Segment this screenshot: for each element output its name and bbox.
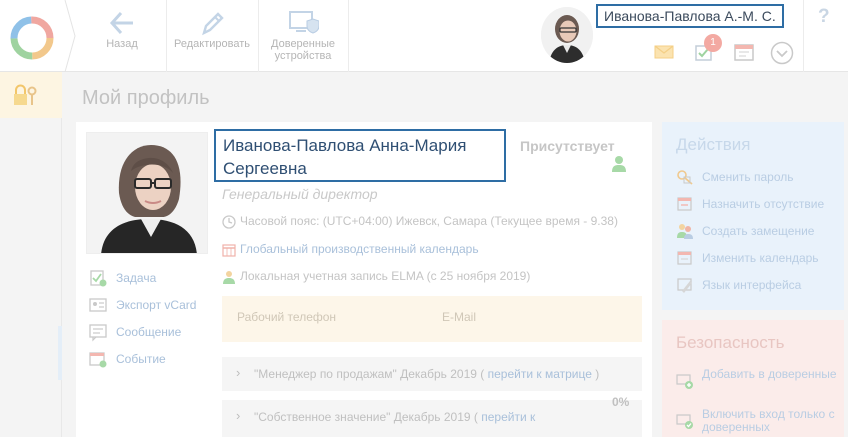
trusted-devices-label-2: устройства bbox=[274, 50, 332, 62]
language-icon bbox=[677, 278, 692, 293]
chevron-down-icon[interactable] bbox=[770, 41, 794, 65]
calendar-grid-icon bbox=[222, 244, 236, 257]
back-button[interactable]: Назад bbox=[88, 0, 156, 72]
action-set-absence[interactable]: Назначить отсутствие bbox=[676, 195, 836, 213]
envelope-icon[interactable] bbox=[654, 44, 674, 60]
calendar-icon[interactable] bbox=[732, 41, 756, 63]
toolbar-divider bbox=[803, 0, 804, 72]
action-set-absence-label: Назначить отсутствие bbox=[702, 197, 825, 211]
action-interface-language[interactable]: Язык интерфейса bbox=[676, 276, 836, 294]
profile-full-name: Иванова-Павлова Анна-Мария Сергеевна bbox=[214, 129, 506, 182]
trusted-devices-icon bbox=[289, 11, 319, 34]
account-line: Локальная учетная запись ELMA (с 25 нояб… bbox=[222, 269, 530, 284]
rail-item-security[interactable] bbox=[0, 72, 62, 118]
actions-panel-title: Действия bbox=[676, 135, 751, 154]
matrix-percent: 0% bbox=[612, 395, 630, 409]
event-icon bbox=[89, 352, 107, 368]
profile-photo-image bbox=[87, 133, 207, 253]
action-message-label: Сообщение bbox=[116, 325, 182, 339]
matrix-row[interactable]: › "Менеджер по продажам" Декабрь 2019 ( … bbox=[222, 357, 642, 391]
calendar-link[interactable]: Глобальный производственный календарь bbox=[240, 242, 479, 256]
page-title: Мой профиль bbox=[82, 87, 210, 109]
action-event-label: Событие bbox=[116, 352, 166, 366]
profile-photo bbox=[86, 132, 208, 254]
action-trusted-only-login-label: Включить вход только с доверенных bbox=[702, 407, 835, 434]
action-change-calendar[interactable]: Изменить календарь bbox=[676, 249, 836, 267]
user-avatar-image bbox=[541, 7, 593, 63]
security-panel: Безопасность Добавить в доверенные Включ… bbox=[662, 320, 844, 437]
profile-position: Генеральный директор bbox=[222, 186, 378, 202]
action-task[interactable]: Задача bbox=[88, 268, 208, 288]
back-label: Назад bbox=[106, 38, 138, 50]
top-toolbar: Назад Редактировать Доверенные устройств… bbox=[0, 0, 848, 72]
action-export-vcard[interactable]: Экспорт vCard bbox=[88, 295, 208, 315]
lock-key-icon bbox=[14, 84, 37, 105]
clock-icon bbox=[222, 215, 236, 229]
toolbar-divider bbox=[348, 0, 349, 72]
action-interface-language-label: Язык интерфейса bbox=[702, 278, 802, 292]
vcard-icon bbox=[89, 298, 107, 312]
help-button[interactable]: ? bbox=[818, 6, 830, 28]
matrix-title: "Менеджер по продажам" Декабрь 2019 ( bbox=[254, 367, 485, 381]
notification-badge: 1 bbox=[704, 34, 722, 52]
action-change-password-label: Сменить пароль bbox=[702, 170, 794, 184]
matrix-suffix: ) bbox=[595, 367, 600, 381]
trusted-devices-button[interactable]: Доверенные устройства bbox=[262, 0, 344, 72]
add-trusted-device-icon bbox=[676, 374, 693, 389]
work-phone-label: Рабочий телефон bbox=[237, 310, 337, 324]
matrix-row[interactable]: › "Собственное значение" Декабрь 2019 ( … bbox=[222, 400, 642, 437]
app-logo[interactable] bbox=[0, 0, 70, 72]
message-icon bbox=[89, 324, 107, 342]
chevron-right-icon: › bbox=[236, 408, 241, 423]
task-icon bbox=[90, 270, 107, 287]
timezone-line: Часовой пояс: (UTC+04:00) Ижевск, Самара… bbox=[222, 214, 618, 229]
trusted-devices-label-1: Доверенные bbox=[271, 38, 335, 50]
user-present-icon bbox=[612, 156, 626, 172]
edit-button[interactable]: Редактировать bbox=[168, 0, 256, 72]
toolbar-divider bbox=[166, 0, 167, 72]
account-text: Локальная учетная запись ELMA (с 25 нояб… bbox=[240, 269, 531, 283]
toolbar-divider bbox=[258, 0, 259, 72]
action-create-substitution-label: Создать замещение bbox=[702, 224, 815, 238]
arrow-left-icon bbox=[109, 11, 133, 35]
action-add-trusted-label: Добавить в доверенные bbox=[702, 367, 837, 381]
logo-divider bbox=[64, 0, 76, 72]
timezone-text: Часовой пояс: (UTC+04:00) Ижевск, Самара… bbox=[240, 214, 618, 228]
action-message[interactable]: Сообщение bbox=[88, 322, 208, 342]
email-label: E-Mail bbox=[442, 310, 477, 324]
action-export-vcard-label: Экспорт vCard bbox=[116, 298, 197, 312]
key-icon bbox=[677, 170, 693, 185]
action-change-password[interactable]: Сменить пароль bbox=[676, 168, 836, 186]
action-event[interactable]: Событие bbox=[88, 349, 208, 369]
user-account-icon bbox=[223, 270, 235, 284]
action-add-trusted[interactable]: Добавить в доверенные bbox=[676, 368, 837, 396]
page-header: Мой профиль bbox=[62, 72, 848, 122]
absence-calendar-icon bbox=[677, 197, 692, 211]
actions-panel: Действия Сменить пароль Назначить отсутс… bbox=[662, 122, 844, 310]
matrix-title: "Собственное значение" Декабрь 2019 ( bbox=[254, 410, 478, 424]
current-user-name[interactable]: Иванова-Павлова А.-М. С. bbox=[596, 4, 784, 28]
edit-calendar-icon bbox=[677, 251, 692, 265]
contacts-block: Рабочий телефон E-Mail bbox=[222, 296, 642, 342]
matrix-link[interactable]: перейти к матрице bbox=[488, 367, 592, 381]
elma-logo-icon bbox=[10, 16, 54, 60]
action-trusted-only-login[interactable]: Включить вход только с доверенных bbox=[676, 408, 836, 436]
left-rail bbox=[0, 72, 62, 437]
security-panel-title: Безопасность bbox=[676, 333, 785, 352]
action-task-label: Задача bbox=[116, 271, 157, 285]
edit-label: Редактировать bbox=[174, 38, 250, 50]
presence-status: Присутствует bbox=[520, 138, 615, 154]
substitution-icon bbox=[677, 224, 693, 239]
matrix-link[interactable]: перейти к bbox=[481, 410, 535, 424]
pencil-icon bbox=[202, 12, 224, 36]
action-create-substitution[interactable]: Создать замещение bbox=[676, 222, 836, 240]
action-change-calendar-label: Изменить календарь bbox=[702, 251, 819, 265]
calendar-line[interactable]: Глобальный производственный календарь bbox=[222, 242, 479, 257]
user-avatar[interactable] bbox=[541, 7, 593, 63]
chevron-right-icon: › bbox=[236, 365, 241, 380]
trusted-login-icon bbox=[676, 414, 693, 429]
